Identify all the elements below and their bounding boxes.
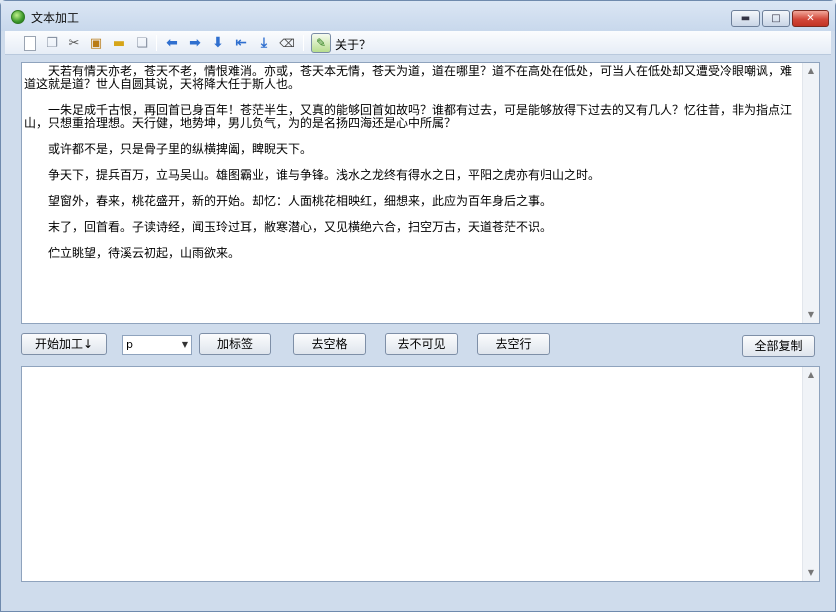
input-textarea[interactable]: 天若有情天亦老，苍天不老，情恨难消。亦或，苍天本无情，苍天为道，道在哪里？道不在… bbox=[21, 62, 820, 324]
close-button[interactable]: ✕ bbox=[792, 10, 829, 27]
app-globe-icon bbox=[11, 10, 25, 24]
scroll-up-icon[interactable]: ▲ bbox=[803, 63, 819, 79]
input-paragraph: 或许都不是，只是骨子里的纵横捭阖，睥睨天下。 bbox=[48, 142, 313, 156]
minimize-button[interactable]: ▬ bbox=[731, 10, 760, 27]
output-text-content[interactable] bbox=[24, 369, 801, 579]
input-paragraph: 望窗外，春来，桃花盛开，新的开始。却忆：人面桃花相映红，细想来，此应为百年身后之… bbox=[48, 194, 553, 208]
about-icon[interactable]: ✎ bbox=[311, 33, 331, 53]
arrow-download-icon[interactable]: ⤓ bbox=[255, 34, 273, 52]
note-icon[interactable]: ▬ bbox=[110, 34, 128, 52]
scroll-up-icon[interactable]: ▲ bbox=[803, 367, 819, 383]
duplicate-icon[interactable]: ❏ bbox=[133, 34, 151, 52]
tag-select[interactable]: p ▼ bbox=[122, 335, 192, 355]
arrow-down-icon[interactable]: ⬇ bbox=[209, 34, 227, 52]
maximize-button[interactable]: □ bbox=[762, 10, 790, 27]
add-tag-button[interactable]: 加标签 bbox=[199, 333, 271, 355]
scroll-down-icon[interactable]: ▼ bbox=[803, 565, 819, 581]
new-doc-icon[interactable] bbox=[21, 34, 39, 52]
input-text-content[interactable]: 天若有情天亦老，苍天不老，情恨难消。亦或，苍天本无情，苍天为道，道在哪里？道不在… bbox=[24, 65, 801, 321]
arrow-first-icon[interactable]: ⇤ bbox=[232, 34, 250, 52]
main-window: 文本加工 ▬ □ ✕ ❐ ✂ ▣ ▬ ❏ ⬅ ➡ ⬇ ⇤ ⤓ ⌫ ✎ 关于？ 天… bbox=[0, 0, 836, 612]
about-label[interactable]: 关于？ bbox=[335, 36, 371, 53]
input-paragraph: 天若有情天亦老，苍天不老，情恨难消。亦或，苍天本无情，苍天为道，道在哪里？道不在… bbox=[24, 65, 793, 91]
toolbar-separator bbox=[303, 35, 304, 51]
output-textarea[interactable]: ▲ ▼ bbox=[21, 366, 820, 582]
input-scrollbar[interactable]: ▲ ▼ bbox=[802, 63, 819, 323]
scroll-down-icon[interactable]: ▼ bbox=[803, 307, 819, 323]
tag-select-value: p bbox=[126, 338, 133, 351]
input-paragraph: 伫立眺望，待溪云初起，山雨欲来。 bbox=[48, 246, 241, 260]
title-bar: 文本加工 ▬ □ ✕ bbox=[1, 1, 835, 31]
input-paragraph: 末了，回首看。子读诗经，闻玉玲过耳，敝寒潜心，又见横绝六合，扫空万古，天道苍茫不… bbox=[48, 220, 553, 234]
toolbar: ❐ ✂ ▣ ▬ ❏ ⬅ ➡ ⬇ ⇤ ⤓ ⌫ ✎ 关于？ bbox=[5, 31, 831, 55]
input-paragraph: 争天下，提兵百万，立马吴山。雄图霸业，谁与争锋。浅水之龙终有得水之日，平阳之虎亦… bbox=[48, 168, 601, 182]
toolbar-separator bbox=[156, 35, 157, 51]
copy-all-button[interactable]: 全部复制 bbox=[742, 335, 815, 357]
arrow-right-icon[interactable]: ➡ bbox=[186, 34, 204, 52]
input-paragraph: 一朱足成千古恨，再回首已身百年！苍茫半生，又真的能够回首如故吗？谁都有过去，可是… bbox=[24, 103, 793, 130]
output-scrollbar[interactable]: ▲ ▼ bbox=[802, 367, 819, 581]
remove-invisible-button[interactable]: 去不可见 bbox=[385, 333, 458, 355]
remove-spaces-button[interactable]: 去空格 bbox=[293, 333, 366, 355]
copy-icon[interactable]: ❐ bbox=[43, 34, 61, 52]
start-process-button[interactable]: 开始加工↓ bbox=[21, 333, 107, 355]
paste-icon[interactable]: ▣ bbox=[87, 34, 105, 52]
erase-icon[interactable]: ⌫ bbox=[278, 34, 296, 52]
remove-blank-lines-button[interactable]: 去空行 bbox=[477, 333, 550, 355]
window-title: 文本加工 bbox=[31, 11, 80, 25]
cut-icon[interactable]: ✂ bbox=[65, 34, 83, 52]
chevron-down-icon: ▼ bbox=[181, 340, 188, 349]
arrow-left-icon[interactable]: ⬅ bbox=[163, 34, 181, 52]
